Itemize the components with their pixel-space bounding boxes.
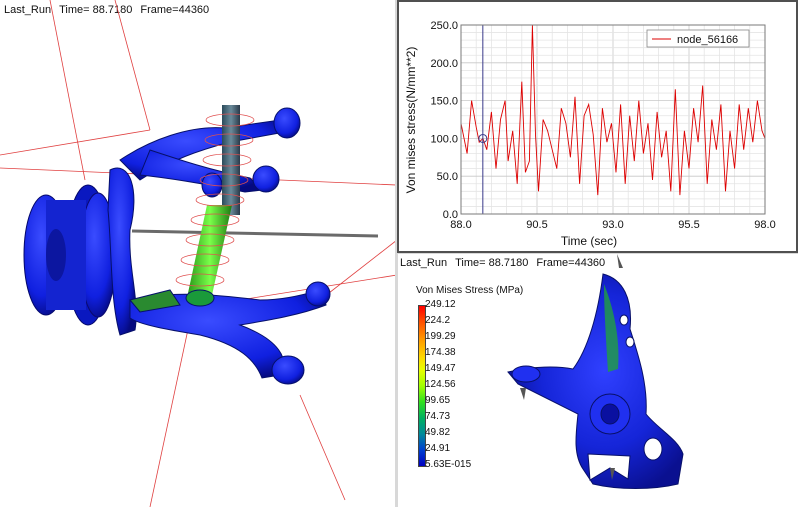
y-tick-label: 150.0 xyxy=(430,96,458,108)
fea-viewport[interactable]: Last_Run Time= 88.7180 Frame=44360 Von Mis… xyxy=(397,253,798,507)
y-tick-label: 250.0 xyxy=(430,20,458,32)
suspension-model xyxy=(0,0,395,507)
tie-rod xyxy=(131,229,379,238)
knuckle-contour-model xyxy=(507,254,684,489)
y-tick-label: 0.0 xyxy=(443,209,458,221)
legend: node_56166 xyxy=(646,29,750,48)
x-tick-label: 98.0 xyxy=(754,219,775,231)
upper-control-arm xyxy=(119,107,301,198)
x-tick-label: 90.5 xyxy=(526,219,547,231)
legend-label: node_56166 xyxy=(677,34,738,46)
stress-time-chart[interactable]: 88.0 90.5 93.0 95.5 98.0 0.050.0100.0150.020… xyxy=(399,2,796,251)
stress-plot-panel[interactable]: 88.0 90.5 93.0 95.5 98.0 0.0 50.0 100.0 150.0 20… xyxy=(397,0,798,253)
x-axis-ticks: 88.0 90.5 93.0 95.5 98.0 xyxy=(450,219,775,231)
pointer-marker-top xyxy=(617,254,623,268)
wheel-hub xyxy=(23,184,117,326)
y-tick-label: 200.0 xyxy=(430,58,458,70)
lower-control-arm xyxy=(129,281,331,385)
y-axis-label: Von mises stress(N/mm**2) xyxy=(404,47,418,194)
x-tick-label: 95.5 xyxy=(678,219,699,231)
y-axis-ticks: 0.0 50.0 100.0 150.0 200.0 250.0 xyxy=(430,20,458,221)
x-axis-label: Time (sec) xyxy=(561,234,617,248)
model-viewport[interactable]: Last_Run Time= 88.7180 Frame=44360 xyxy=(0,0,397,507)
y-tick-label: 100.0 xyxy=(430,133,458,145)
pointer-marker-left xyxy=(520,388,526,400)
y-tick-label: 50.0 xyxy=(437,171,458,183)
x-tick-label: 93.0 xyxy=(602,219,623,231)
